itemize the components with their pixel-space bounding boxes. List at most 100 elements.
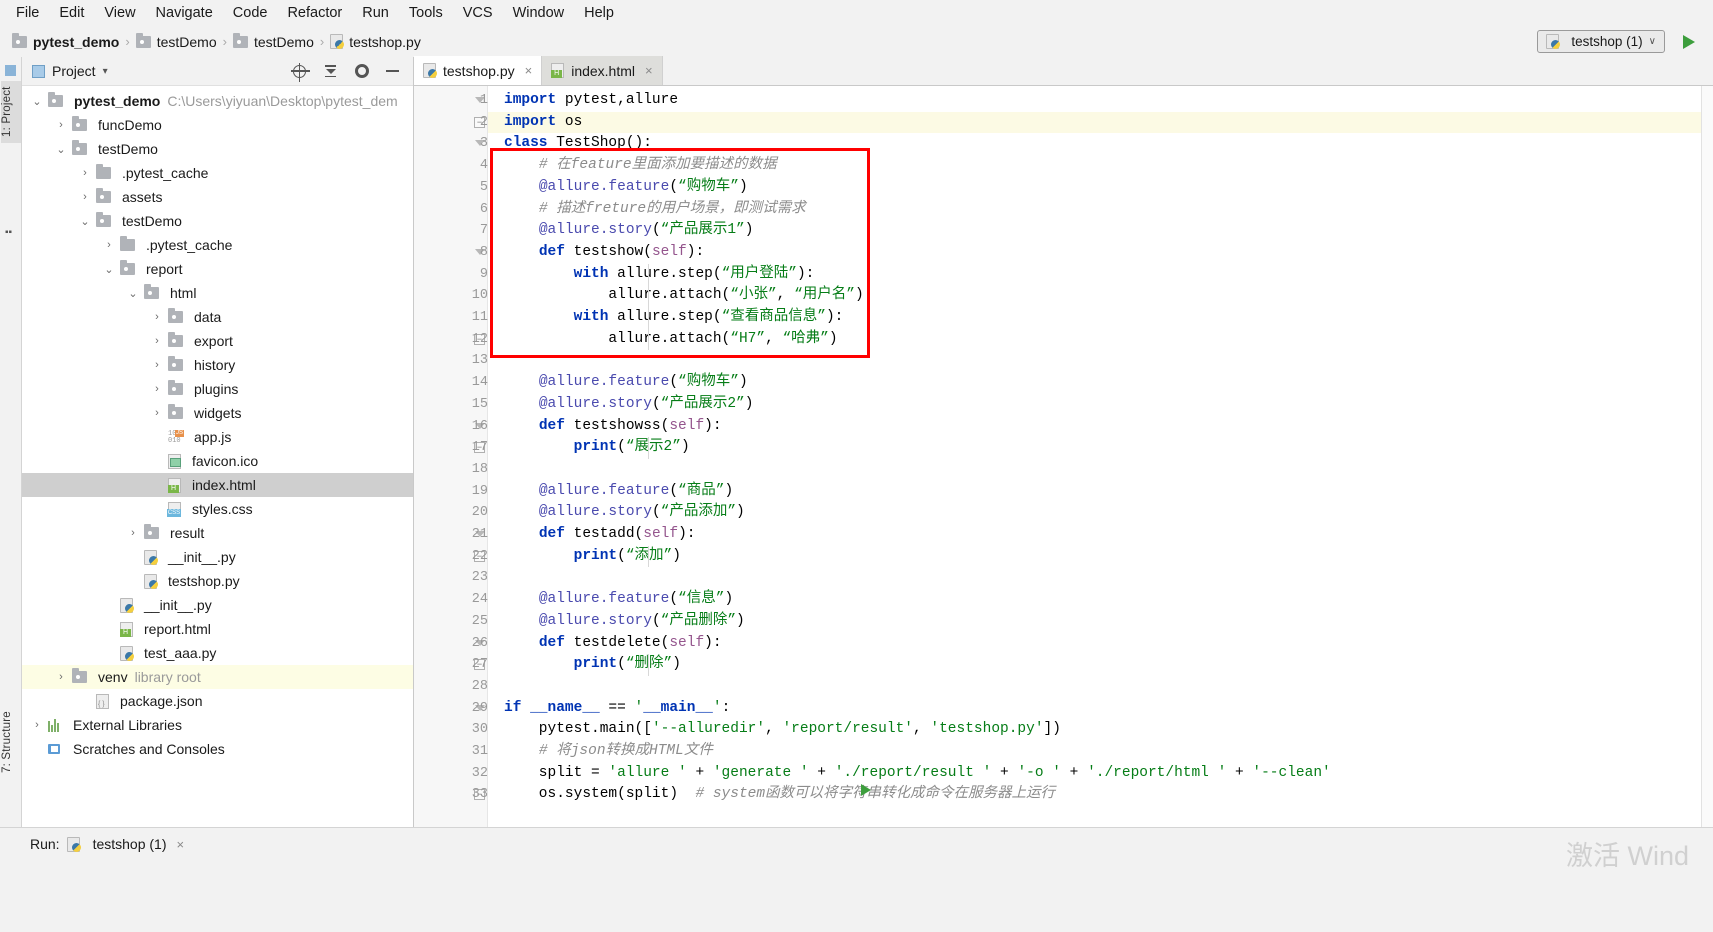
code-editor[interactable]: − − − − − − 1 import pytest,allure 2 import os 3 c…	[414, 86, 1713, 827]
menu-item-help[interactable]: Help	[574, 3, 624, 23]
tree-item-app-js[interactable]: app.js	[22, 425, 413, 449]
tree-item-plugins[interactable]: › plugins	[22, 377, 413, 401]
tree-item-history[interactable]: › history	[22, 353, 413, 377]
menu-item-file[interactable]: File	[6, 3, 49, 23]
chevron-down-icon[interactable]: ⌄	[78, 215, 92, 228]
breadcrumb-item-testdemo[interactable]: testDemo	[135, 32, 217, 50]
chevron-right-icon[interactable]: ›	[150, 407, 164, 419]
chevron-right-icon[interactable]: ›	[150, 359, 164, 371]
chevron-right-icon[interactable]: ›	[102, 239, 116, 251]
project-panel-title-group[interactable]: Project ▾	[32, 63, 108, 79]
code-line[interactable]: with allure.step(“用户登陆”):	[488, 264, 815, 286]
code-line[interactable]: def testshowss(self):	[488, 416, 722, 438]
chevron-right-icon[interactable]: ›	[150, 383, 164, 395]
tree-item--pytest_cache[interactable]: › .pytest_cache	[22, 161, 413, 185]
chevron-down-icon[interactable]: ⌄	[126, 287, 140, 300]
tree-item-styles-css[interactable]: styles.css	[22, 497, 413, 521]
chevron-down-icon[interactable]: ⌄	[30, 95, 44, 108]
locate-icon[interactable]	[291, 62, 310, 82]
hide-icon[interactable]	[384, 63, 401, 80]
settings-gear-icon[interactable]	[353, 63, 370, 80]
tree-item-testshop-py[interactable]: testshop.py	[22, 569, 413, 593]
tree-item-venv[interactable]: › venv library root	[22, 665, 413, 689]
code-line[interactable]	[488, 567, 504, 589]
tree-item-report[interactable]: ⌄ report	[22, 257, 413, 281]
chevron-right-icon[interactable]: ›	[150, 311, 164, 323]
chevron-down-icon[interactable]: ⌄	[54, 143, 68, 156]
code-line[interactable]: @allure.story(“产品添加”)	[488, 502, 745, 524]
menu-item-tools[interactable]: Tools	[399, 3, 453, 23]
chevron-right-icon[interactable]: ›	[150, 335, 164, 347]
run-button[interactable]	[1677, 30, 1701, 53]
menu-item-edit[interactable]: Edit	[49, 3, 94, 23]
code-line[interactable]: import os	[488, 112, 582, 134]
code-line[interactable]: # 在feature里面添加要描述的数据	[488, 155, 777, 177]
close-icon[interactable]: ×	[645, 63, 653, 78]
sidebar-item-structure[interactable]: 7: Structure	[1, 702, 21, 782]
code-line[interactable]: def testshow(self):	[488, 242, 704, 264]
code-line[interactable]: allure.attach(“小张”, “用户名”)	[488, 285, 863, 307]
menu-item-window[interactable]: Window	[503, 3, 575, 23]
code-line[interactable]	[488, 350, 504, 372]
close-icon[interactable]: ×	[525, 63, 533, 78]
menu-item-code[interactable]: Code	[223, 3, 278, 23]
run-line-marker[interactable]	[861, 784, 875, 800]
chevron-right-icon[interactable]: ›	[78, 191, 92, 203]
run-configuration-selector[interactable]: testshop (1) ∨	[1537, 30, 1665, 53]
tree-item-testdemo[interactable]: ⌄ testDemo	[22, 209, 413, 233]
tree-item-report-html[interactable]: report.html	[22, 617, 413, 641]
run-tool-window-tab[interactable]: Run: testshop (1) ×	[30, 836, 184, 852]
tree-item-test_aaa-py[interactable]: test_aaa.py	[22, 641, 413, 665]
chevron-right-icon[interactable]: ›	[30, 719, 44, 731]
code-line[interactable]: @allure.story(“产品删除”)	[488, 611, 745, 633]
editor-marker-strip[interactable]	[1701, 86, 1713, 827]
code-line[interactable]: import pytest,allure	[488, 90, 678, 112]
code-line[interactable]: print(“删除”)	[488, 654, 681, 676]
code-line[interactable]: @allure.feature(“商品”)	[488, 481, 733, 503]
code-line[interactable]: def testdelete(self):	[488, 633, 722, 655]
menu-item-vcs[interactable]: VCS	[453, 3, 503, 23]
tree-item-widgets[interactable]: › widgets	[22, 401, 413, 425]
tree-item-index-html[interactable]: index.html	[22, 473, 413, 497]
tree-item--pytest_cache[interactable]: › .pytest_cache	[22, 233, 413, 257]
editor-tab-testshop-py[interactable]: testshop.py ×	[414, 56, 543, 85]
tree-item-testdemo[interactable]: ⌄ testDemo	[22, 137, 413, 161]
menu-item-navigate[interactable]: Navigate	[146, 3, 223, 23]
tree-item-pytest_demo[interactable]: ⌄ pytest_demo C:\Users\yiyuan\Desktop\pyte…	[22, 89, 413, 113]
chevron-right-icon[interactable]: ›	[54, 119, 68, 131]
tree-item-__init__-py[interactable]: __init__.py	[22, 593, 413, 617]
collapse-all-icon[interactable]	[322, 63, 339, 80]
tree-item-external-libraries[interactable]: › External Libraries	[22, 713, 413, 737]
close-icon[interactable]: ×	[177, 837, 185, 852]
code-line[interactable]: @allure.feature(“购物车”)	[488, 177, 748, 199]
code-line[interactable]: pytest.main(['--alluredir', 'report/resu…	[488, 719, 1061, 741]
code-line[interactable]: print(“展示2”)	[488, 437, 690, 459]
code-line[interactable]: with allure.step(“查看商品信息”):	[488, 307, 844, 329]
code-line[interactable]: if __name__ == '__main__':	[488, 698, 730, 720]
chevron-right-icon[interactable]: ›	[126, 527, 140, 539]
code-line[interactable]	[488, 676, 504, 698]
chevron-down-icon[interactable]: ⌄	[102, 263, 116, 276]
tree-item-favicon-ico[interactable]: favicon.ico	[22, 449, 413, 473]
code-line[interactable]: @allure.story(“产品展示1”)	[488, 220, 754, 242]
breadcrumb-item-testdemo[interactable]: testDemo	[232, 32, 314, 50]
chevron-right-icon[interactable]: ›	[54, 671, 68, 683]
code-line[interactable]: print(“添加”)	[488, 546, 681, 568]
tree-item-funcdemo[interactable]: › funcDemo	[22, 113, 413, 137]
code-line[interactable]: @allure.story(“产品展示2”)	[488, 394, 754, 416]
code-line[interactable]: os.system(split) # system函数可以将字符串转化成命令在服…	[488, 784, 1055, 806]
tree-item-export[interactable]: › export	[22, 329, 413, 353]
tree-item-assets[interactable]: › assets	[22, 185, 413, 209]
editor-tab-index-html[interactable]: index.html ×	[542, 56, 663, 85]
chevron-right-icon[interactable]: ›	[78, 167, 92, 179]
tree-item-data[interactable]: › data	[22, 305, 413, 329]
sidebar-item-project[interactable]: 1: Project	[1, 81, 21, 143]
code-line[interactable]: class TestShop():	[488, 133, 652, 155]
code-line[interactable]: # 描述freture的用户场景，即测试需求	[488, 199, 806, 221]
code-line[interactable]: @allure.feature(“信息”)	[488, 589, 733, 611]
tree-item-html[interactable]: ⌄ html	[22, 281, 413, 305]
tree-item-package-json[interactable]: package.json	[22, 689, 413, 713]
menu-item-run[interactable]: Run	[352, 3, 399, 23]
tree-item-scratches-and-consoles[interactable]: Scratches and Consoles	[22, 737, 413, 761]
menu-item-view[interactable]: View	[94, 3, 145, 23]
